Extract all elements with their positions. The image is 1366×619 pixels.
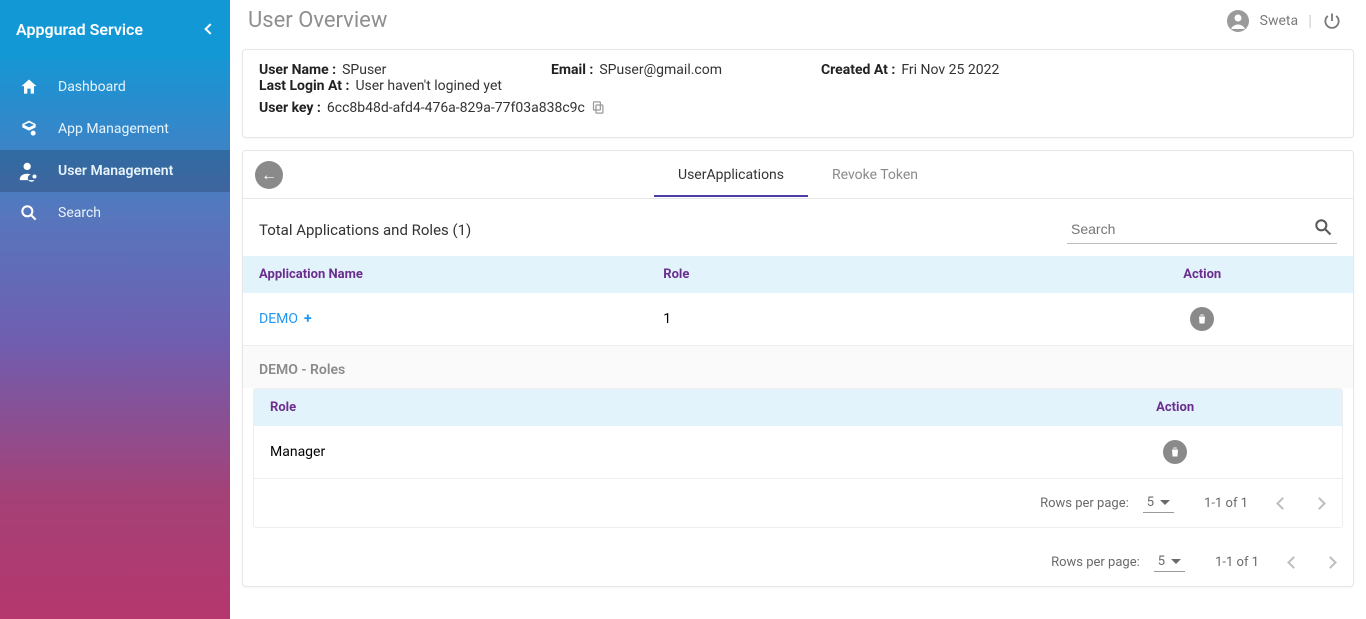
rpp-value: 5 xyxy=(1158,554,1165,569)
power-icon[interactable] xyxy=(1322,11,1342,31)
applications-table: Application Name Role Action DEMO + 1 xyxy=(243,256,1353,346)
user-info-card: User Name : SPuser Email : SPuser@gmail.… xyxy=(242,49,1354,138)
value: Fri Nov 25 2022 xyxy=(901,62,999,78)
sub-col-header-action: Action xyxy=(1024,400,1326,415)
sidebar-item-search[interactable]: Search xyxy=(0,192,230,234)
caret-down-icon xyxy=(1171,559,1181,564)
role-count: 1 xyxy=(663,311,1067,327)
info-created-at: Created At : Fri Nov 25 2022 xyxy=(821,62,1069,78)
delete-button[interactable] xyxy=(1190,307,1214,331)
sub-section-title: DEMO - Roles xyxy=(243,346,1353,388)
sub-col-header-role: Role xyxy=(270,400,1024,415)
nav-label: User Management xyxy=(58,163,173,179)
page-title: User Overview xyxy=(248,8,387,33)
sidebar-header: Appgurad Service xyxy=(0,0,230,58)
tabs-row: ← UserApplications Revoke Token xyxy=(243,151,1353,199)
chevron-right-icon[interactable] xyxy=(1324,556,1337,569)
chevron-left-icon[interactable] xyxy=(1287,556,1300,569)
sidebar-item-app-management[interactable]: App Management xyxy=(0,108,230,150)
chevron-left-icon[interactable] xyxy=(1276,497,1289,510)
section-title: Total Applications and Roles (1) xyxy=(259,221,471,239)
arrow-left-icon: ← xyxy=(261,165,277,185)
rpp-select[interactable]: 5 xyxy=(1154,552,1185,572)
section-head: Total Applications and Roles (1) xyxy=(243,199,1353,256)
value: SPuser@gmail.com xyxy=(599,62,722,78)
avatar-icon xyxy=(1226,9,1250,33)
search-icon[interactable] xyxy=(1313,217,1333,241)
info-last-login: Last Login At : User haven't logined yet xyxy=(259,78,502,94)
tab-user-applications[interactable]: UserApplications xyxy=(654,153,808,197)
value: User haven't logined yet xyxy=(355,78,502,94)
page-range: 1-1 of 1 xyxy=(1215,555,1259,570)
value: 6cc8b48d-afd4-476a-829a-77f03a838c9c xyxy=(327,100,585,119)
col-header-action: Action xyxy=(1068,267,1338,282)
caret-down-icon xyxy=(1160,500,1170,505)
rpp-value: 5 xyxy=(1147,495,1154,510)
sidebar-item-user-management[interactable]: User Management xyxy=(0,150,230,192)
table-row: DEMO + 1 xyxy=(243,293,1353,346)
back-button[interactable]: ← xyxy=(255,161,283,189)
content-card: ← UserApplications Revoke Token Total Ap… xyxy=(242,150,1354,587)
sidebar: Appgurad Service Dashboard App Managemen… xyxy=(0,0,230,619)
search-input[interactable] xyxy=(1067,215,1337,244)
nav-list: Dashboard App Management User Management… xyxy=(0,66,230,234)
pagination-outer: Rows per page: 5 1-1 of 1 xyxy=(243,538,1353,586)
current-user-name[interactable]: Sweta xyxy=(1260,13,1298,29)
label: User Name : xyxy=(259,62,336,78)
info-user-name: User Name : SPuser xyxy=(259,62,511,78)
nav-label: App Management xyxy=(58,121,169,137)
main: User Overview Sweta | User Name : SPuser… xyxy=(230,0,1366,619)
chevron-right-icon[interactable] xyxy=(1313,497,1326,510)
pagination-inner: Rows per page: 5 1-1 of 1 xyxy=(254,479,1342,527)
info-user-key: User key : 6cc8b48d-afd4-476a-829a-77f03… xyxy=(259,100,606,119)
app-link[interactable]: DEMO + xyxy=(259,311,312,327)
sub-table-row: Manager xyxy=(254,426,1342,479)
divider: | xyxy=(1308,11,1312,30)
search-wrap xyxy=(1067,215,1337,244)
label: Created At : xyxy=(821,62,895,78)
topbar-right: Sweta | xyxy=(1226,9,1342,33)
rpp-select[interactable]: 5 xyxy=(1143,493,1174,513)
label: Email : xyxy=(551,62,593,78)
roles-sub-table: Role Action Manager Rows per page: 5 xyxy=(253,388,1343,528)
plus-icon: + xyxy=(304,311,312,327)
home-icon xyxy=(18,76,40,98)
user-gear-icon xyxy=(18,160,40,182)
label: Last Login At : xyxy=(259,78,349,94)
col-header-role: Role xyxy=(663,267,1067,282)
cube-gear-icon xyxy=(18,118,40,140)
tabs: UserApplications Revoke Token xyxy=(654,153,942,197)
app-name: DEMO xyxy=(259,311,298,327)
copy-icon[interactable] xyxy=(591,100,606,119)
nav-label: Search xyxy=(58,205,101,221)
sidebar-item-dashboard[interactable]: Dashboard xyxy=(0,66,230,108)
tab-revoke-token[interactable]: Revoke Token xyxy=(808,153,942,197)
rpp-label: Rows per page: xyxy=(1040,496,1129,511)
value: SPuser xyxy=(342,62,386,78)
col-header-app: Application Name xyxy=(259,267,663,282)
nav-label: Dashboard xyxy=(58,79,126,95)
rpp-label: Rows per page: xyxy=(1051,555,1140,570)
app-title: Appgurad Service xyxy=(16,20,143,39)
label: User key : xyxy=(259,100,321,119)
delete-button[interactable] xyxy=(1163,440,1187,464)
table-header: Application Name Role Action xyxy=(243,256,1353,293)
trash-icon xyxy=(1196,313,1208,325)
topbar: User Overview Sweta | xyxy=(230,0,1366,49)
trash-icon xyxy=(1169,446,1181,458)
role-name: Manager xyxy=(270,444,1024,460)
chevron-left-icon[interactable] xyxy=(204,23,215,34)
info-email: Email : SPuser@gmail.com xyxy=(551,62,781,78)
search-icon xyxy=(18,202,40,224)
sub-table-header: Role Action xyxy=(254,389,1342,426)
page-range: 1-1 of 1 xyxy=(1204,496,1248,511)
